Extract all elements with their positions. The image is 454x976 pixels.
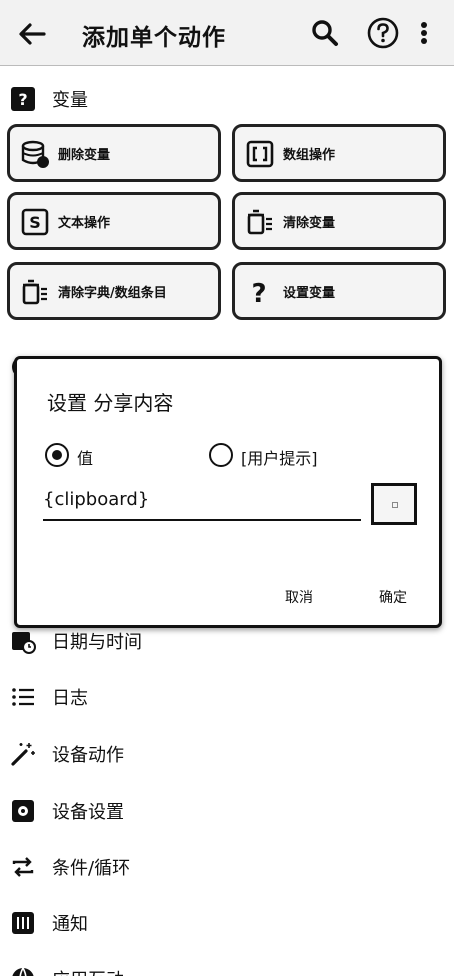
array-brackets-icon [246,140,274,168]
tile-text-ops[interactable]: S 文本操作 [7,192,221,250]
tile-label: 清除字典/数组条目 [58,286,167,301]
ok-button[interactable]: 确定 [379,587,407,607]
menu-device-settings[interactable]: 设备设置 [0,784,454,840]
radio-value-label: 值 [77,449,94,468]
menu-label: 通知 [52,914,88,935]
menu-date-time[interactable]: 日期与时间 [0,614,454,670]
notification-icon [12,912,34,934]
section-label: 变量 [52,90,88,111]
variable-icon: ? [11,87,35,111]
page-title: 添加单个动作 [82,25,226,51]
tile-label: 删除变量 [58,148,111,163]
menu-log[interactable]: 日志 [0,670,454,726]
calendar-clock-icon [12,632,36,654]
menu-label: 日志 [52,688,88,709]
value-input-text: {clipboard} [43,489,150,510]
menu-label: 条件/循环 [52,858,131,879]
database-remove-icon [21,140,49,168]
globe-icon [12,967,34,976]
tile-delete-variable[interactable]: 删除变量 [7,124,221,182]
radio-unselected-icon [209,443,233,467]
variable-picker-icon [392,502,398,508]
tile-label: 数组操作 [283,148,336,163]
insert-variable-button[interactable] [371,483,417,525]
svg-text:S: S [29,213,41,232]
text-s-icon: S [21,208,49,236]
cancel-button[interactable]: 取消 [285,587,313,607]
menu-label: 日期与时间 [52,632,142,653]
svg-text:?: ? [18,90,27,109]
menu-label: 设备动作 [52,745,124,766]
section-variables[interactable]: ? 变量 [0,72,454,128]
clear-variable-icon [247,209,272,235]
tile-set-variable[interactable]: ? 设置变量 [232,262,446,320]
menu-label: 设备设置 [52,802,124,823]
radio-prompt-label: [用户提示] [241,449,318,468]
tile-label: 设置变量 [283,286,336,301]
menu-app-interaction[interactable]: 应用互动 [0,952,454,976]
list-icon [12,688,34,706]
more-vert-icon[interactable] [414,16,434,50]
clear-entries-icon [22,279,47,305]
menu-notification[interactable]: 通知 [0,896,454,952]
tile-label: 文本操作 [58,216,111,231]
dialog-title: 设置 分享内容 [47,391,174,415]
question-variable-icon: ? [251,279,266,307]
search-icon[interactable] [308,16,342,50]
menu-device-actions[interactable]: 设备动作 [0,727,454,783]
gear-box-icon [12,800,34,822]
arrow-left-icon[interactable] [16,18,48,50]
tile-label: 清除变量 [283,216,336,231]
tile-array-ops[interactable]: 数组操作 [232,124,446,182]
radio-selected-icon [45,443,69,467]
top-app-bar: 添加单个动作 [0,0,454,66]
menu-label: 应用互动 [52,966,124,976]
repeat-icon [12,857,34,877]
set-share-content-dialog: 设置 分享内容 值 [用户提示] {clipboard} 取消 确定 [14,356,442,628]
tile-clear-variable[interactable]: 清除变量 [232,192,446,250]
value-input[interactable]: {clipboard} [43,487,361,521]
tile-clear-entries[interactable]: 清除字典/数组条目 [7,262,221,320]
svg-text:?: ? [251,279,266,307]
menu-conditions-loops[interactable]: 条件/循环 [0,840,454,896]
magic-wand-icon [11,743,35,766]
help-circle-icon[interactable] [366,16,400,50]
